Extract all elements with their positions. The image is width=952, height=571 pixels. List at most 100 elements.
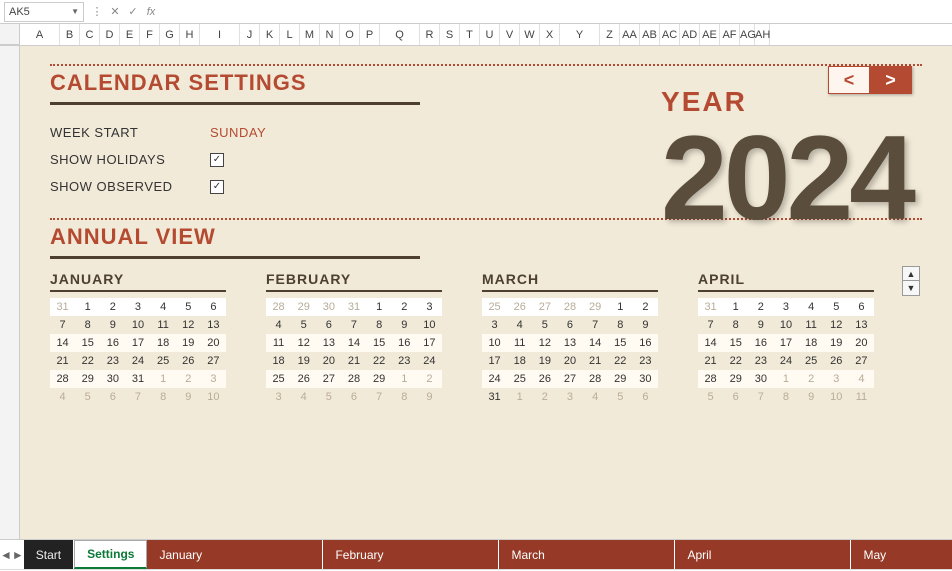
day-cell[interactable]: 30: [316, 298, 341, 316]
day-cell[interactable]: 28: [50, 370, 75, 388]
day-cell[interactable]: 24: [773, 352, 798, 370]
day-cell[interactable]: 29: [723, 370, 748, 388]
day-cell[interactable]: 5: [176, 298, 201, 316]
day-cell[interactable]: 20: [316, 352, 341, 370]
day-cell[interactable]: 1: [507, 388, 532, 406]
day-cell[interactable]: 25: [151, 352, 176, 370]
day-cell[interactable]: 1: [367, 298, 392, 316]
name-box[interactable]: AK5 ▼: [4, 2, 84, 22]
day-cell[interactable]: 24: [125, 352, 150, 370]
col-I[interactable]: I: [200, 24, 240, 45]
day-cell[interactable]: 19: [291, 352, 316, 370]
day-cell[interactable]: 2: [799, 370, 824, 388]
day-cell[interactable]: 17: [773, 334, 798, 352]
col-X[interactable]: X: [540, 24, 560, 45]
day-cell[interactable]: 10: [417, 316, 442, 334]
day-cell[interactable]: 14: [583, 334, 608, 352]
col-N[interactable]: N: [320, 24, 340, 45]
day-cell[interactable]: 16: [392, 334, 417, 352]
day-cell[interactable]: 17: [417, 334, 442, 352]
day-cell[interactable]: 24: [417, 352, 442, 370]
day-cell[interactable]: 31: [125, 370, 150, 388]
col-B[interactable]: B: [60, 24, 80, 45]
day-cell[interactable]: 18: [151, 334, 176, 352]
day-cell[interactable]: 2: [100, 298, 125, 316]
col-M[interactable]: M: [300, 24, 320, 45]
day-cell[interactable]: 4: [507, 316, 532, 334]
day-cell[interactable]: 19: [532, 352, 557, 370]
day-cell[interactable]: 8: [723, 316, 748, 334]
day-cell[interactable]: 23: [392, 352, 417, 370]
day-cell[interactable]: 13: [316, 334, 341, 352]
day-cell[interactable]: 9: [417, 388, 442, 406]
day-cell[interactable]: 16: [100, 334, 125, 352]
day-cell[interactable]: 15: [367, 334, 392, 352]
day-cell[interactable]: 19: [824, 334, 849, 352]
day-cell[interactable]: 8: [75, 316, 100, 334]
day-cell[interactable]: 4: [583, 388, 608, 406]
day-cell[interactable]: 10: [824, 388, 849, 406]
day-cell[interactable]: 17: [482, 352, 507, 370]
day-cell[interactable]: 5: [608, 388, 633, 406]
day-cell[interactable]: 15: [608, 334, 633, 352]
day-cell[interactable]: 28: [266, 298, 291, 316]
day-cell[interactable]: 7: [50, 316, 75, 334]
day-cell[interactable]: 16: [633, 334, 658, 352]
day-cell[interactable]: 5: [824, 298, 849, 316]
day-cell[interactable]: 12: [291, 334, 316, 352]
day-cell[interactable]: 4: [849, 370, 874, 388]
col-U[interactable]: U: [480, 24, 500, 45]
day-cell[interactable]: 27: [532, 298, 557, 316]
col-D[interactable]: D: [100, 24, 120, 45]
col-W[interactable]: W: [520, 24, 540, 45]
day-cell[interactable]: 2: [392, 298, 417, 316]
day-cell[interactable]: 8: [392, 388, 417, 406]
day-cell[interactable]: 1: [151, 370, 176, 388]
day-cell[interactable]: 9: [176, 388, 201, 406]
col-A[interactable]: A: [20, 24, 60, 45]
day-cell[interactable]: 25: [482, 298, 507, 316]
col-Y[interactable]: Y: [560, 24, 600, 45]
tab-february[interactable]: February: [323, 540, 499, 569]
day-cell[interactable]: 5: [291, 316, 316, 334]
day-cell[interactable]: 6: [849, 298, 874, 316]
col-T[interactable]: T: [460, 24, 480, 45]
day-cell[interactable]: 15: [75, 334, 100, 352]
day-cell[interactable]: 14: [341, 334, 366, 352]
select-all-corner[interactable]: [0, 24, 20, 45]
col-V[interactable]: V: [500, 24, 520, 45]
day-cell[interactable]: 3: [201, 370, 226, 388]
tab-scroll-right-icon[interactable]: ►: [12, 540, 24, 569]
show-holidays-checkbox[interactable]: ✓: [210, 153, 224, 167]
day-cell[interactable]: 1: [723, 298, 748, 316]
day-cell[interactable]: 31: [341, 298, 366, 316]
day-cell[interactable]: 1: [392, 370, 417, 388]
day-cell[interactable]: 29: [75, 370, 100, 388]
col-AC[interactable]: AC: [660, 24, 680, 45]
day-cell[interactable]: 12: [532, 334, 557, 352]
day-cell[interactable]: 11: [849, 388, 874, 406]
day-cell[interactable]: 3: [773, 298, 798, 316]
col-AH[interactable]: AH: [755, 24, 770, 45]
enter-icon[interactable]: ✓: [124, 5, 142, 18]
fx-icon[interactable]: fx: [142, 6, 160, 18]
day-cell[interactable]: 8: [151, 388, 176, 406]
day-cell[interactable]: 23: [748, 352, 773, 370]
day-cell[interactable]: 31: [482, 388, 507, 406]
day-cell[interactable]: 29: [608, 370, 633, 388]
col-J[interactable]: J: [240, 24, 260, 45]
day-cell[interactable]: 18: [507, 352, 532, 370]
day-cell[interactable]: 12: [176, 316, 201, 334]
day-cell[interactable]: 2: [532, 388, 557, 406]
day-cell[interactable]: 3: [482, 316, 507, 334]
day-cell[interactable]: 7: [125, 388, 150, 406]
day-cell[interactable]: 3: [125, 298, 150, 316]
col-L[interactable]: L: [280, 24, 300, 45]
cancel-icon[interactable]: ✕: [106, 5, 124, 18]
day-cell[interactable]: 10: [125, 316, 150, 334]
day-cell[interactable]: 11: [266, 334, 291, 352]
tab-january[interactable]: January: [147, 540, 323, 569]
worksheet-canvas[interactable]: < > CALENDAR SETTINGS WEEK START SUNDAY …: [20, 46, 952, 539]
day-cell[interactable]: 28: [698, 370, 723, 388]
day-cell[interactable]: 28: [557, 298, 582, 316]
